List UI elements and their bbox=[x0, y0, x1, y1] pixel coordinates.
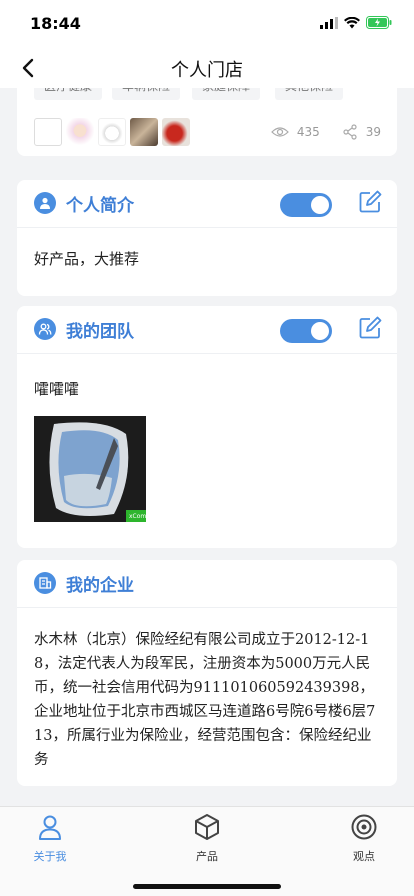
box-icon bbox=[195, 814, 219, 840]
tab-viewpoints[interactable]: 观点 bbox=[334, 813, 394, 864]
share-icon[interactable] bbox=[342, 124, 358, 140]
company-description: 水木林（北京）保险经纪有限公司成立于2012-12-18，法定代表人为段军民，注… bbox=[34, 632, 376, 768]
team-header: 我的团队 bbox=[17, 306, 397, 354]
team-text: 嚯嚯嚯 bbox=[34, 380, 80, 398]
tab-label: 关于我 bbox=[33, 850, 67, 863]
company-title: 我的企业 bbox=[66, 576, 134, 596]
tag: 其他保险 bbox=[275, 88, 344, 100]
nav-bar: 个人门店 bbox=[0, 48, 414, 88]
edit-icon bbox=[359, 316, 382, 339]
target-icon bbox=[351, 814, 377, 840]
eye-icon bbox=[270, 127, 289, 137]
profile-card: 医疗健康 车辆保险 家庭保障 其他保险 435 39 bbox=[17, 88, 397, 156]
view-count: 435 bbox=[296, 125, 320, 139]
team-photo[interactable]: xCom bbox=[34, 416, 146, 522]
signal-icon bbox=[320, 16, 338, 29]
avatar[interactable] bbox=[34, 118, 62, 146]
edit-icon bbox=[359, 190, 382, 213]
tab-about-me[interactable]: 关于我 bbox=[20, 813, 80, 864]
battery-icon bbox=[366, 16, 392, 29]
tab-bar: 关于我 产品 观点 bbox=[0, 806, 414, 896]
team-title: 我的团队 bbox=[66, 322, 134, 342]
status-icons bbox=[320, 16, 392, 29]
team-card: 我的团队 嚯嚯嚯 xCom bbox=[17, 306, 397, 548]
intro-text: 好产品，大推荐 bbox=[34, 250, 140, 268]
tab-products[interactable]: 产品 bbox=[177, 813, 237, 864]
intro-edit-button[interactable] bbox=[358, 190, 382, 214]
person-icon bbox=[39, 815, 61, 840]
wifi-icon bbox=[344, 16, 360, 28]
share-count: 39 bbox=[365, 125, 381, 139]
visitor-avatars bbox=[34, 118, 190, 146]
tab-label: 观点 bbox=[353, 850, 375, 863]
tab-label: 产品 bbox=[196, 850, 218, 863]
stats: 435 39 bbox=[270, 124, 381, 140]
team-edit-button[interactable] bbox=[358, 316, 382, 340]
tag: 车辆保险 bbox=[112, 88, 181, 100]
person-icon bbox=[34, 192, 56, 214]
intro-header: 个人简介 bbox=[17, 180, 397, 228]
intro-title: 个人简介 bbox=[66, 196, 134, 216]
team-icon bbox=[34, 318, 56, 340]
intro-visibility-toggle[interactable] bbox=[280, 193, 332, 217]
tag: 医疗健康 bbox=[34, 88, 103, 100]
airplane-window-photo: xCom bbox=[34, 416, 146, 522]
avatar[interactable] bbox=[66, 118, 94, 146]
team-visibility-toggle[interactable] bbox=[280, 319, 332, 343]
status-time: 18:44 bbox=[30, 14, 81, 33]
page-title: 个人门店 bbox=[171, 60, 243, 81]
intro-card: 个人简介 好产品，大推荐 bbox=[17, 180, 397, 296]
company-header: 我的企业 bbox=[17, 560, 397, 608]
toggle-knob bbox=[311, 322, 329, 340]
photo-badge: xCom bbox=[129, 513, 146, 520]
status-bar: 18:44 bbox=[0, 0, 414, 48]
content-scroll[interactable]: 医疗健康 车辆保险 家庭保障 其他保险 435 39 bbox=[0, 88, 414, 806]
home-indicator[interactable] bbox=[133, 884, 281, 889]
avatar[interactable] bbox=[162, 118, 190, 146]
building-icon bbox=[34, 572, 56, 594]
tag: 家庭保障 bbox=[192, 88, 261, 100]
avatar[interactable] bbox=[130, 118, 158, 146]
company-card: 我的企业 水木林（北京）保险经纪有限公司成立于2012-12-18，法定代表人为… bbox=[17, 560, 397, 786]
avatar[interactable] bbox=[98, 118, 126, 146]
toggle-knob bbox=[311, 196, 329, 214]
